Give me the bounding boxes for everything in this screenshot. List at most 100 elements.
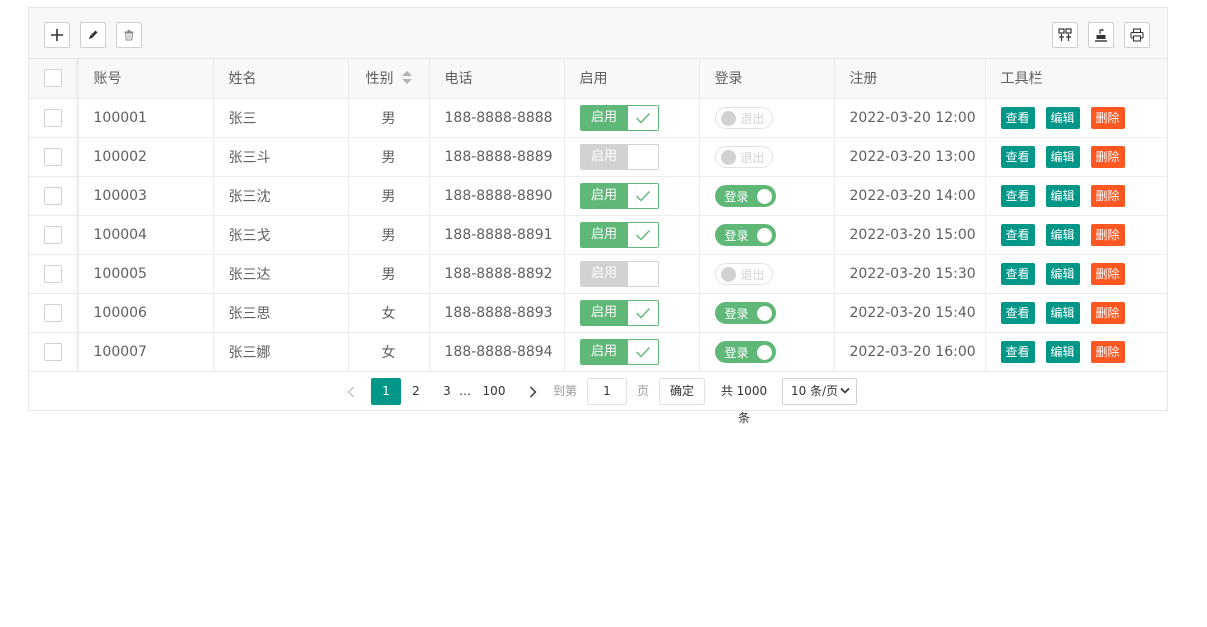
delete-button[interactable] xyxy=(116,22,142,48)
cell-phone: 188-8888-8890 xyxy=(429,176,565,216)
total-count: 共 1000 条 xyxy=(720,384,768,425)
cell-name: 张三思 xyxy=(213,293,349,333)
row-select-cell[interactable] xyxy=(29,176,79,216)
enabled-checkbox[interactable]: 启用 xyxy=(579,182,659,209)
row-delete-button[interactable]: 删除 xyxy=(1090,301,1125,324)
enabled-checkbox-box xyxy=(627,183,658,208)
view-button[interactable]: 查看 xyxy=(1000,340,1035,363)
enabled-label: 启用 xyxy=(580,144,628,169)
row-delete-button[interactable]: 删除 xyxy=(1090,145,1125,168)
enabled-checkbox[interactable]: 启用 xyxy=(579,299,659,326)
row-checkbox[interactable] xyxy=(44,342,63,361)
view-button[interactable]: 查看 xyxy=(1000,301,1035,324)
login-switch[interactable]: 登录 xyxy=(714,340,776,363)
table-row: 100005 张三达男 188-8888-8892 启用 退出 2022-03-20 15… xyxy=(29,254,1167,294)
enabled-checkbox[interactable]: 启用 xyxy=(579,338,659,365)
filter-columns-button[interactable] xyxy=(1052,22,1078,48)
page-size-select[interactable]: 10 条/页 xyxy=(782,378,857,405)
print-button[interactable] xyxy=(1124,22,1150,48)
prev-page-button[interactable] xyxy=(341,378,361,405)
table-row: 100002 张三斗男 188-8888-8889 启用 退出 2022-03-20 13… xyxy=(29,137,1167,177)
columns-icon xyxy=(1058,28,1072,41)
row-delete-button[interactable]: 删除 xyxy=(1090,223,1125,246)
switch-knob xyxy=(756,344,772,360)
enabled-checkbox[interactable]: 启用 xyxy=(579,260,659,287)
view-button[interactable]: 查看 xyxy=(1000,106,1035,129)
row-edit-button[interactable]: 编辑 xyxy=(1045,145,1080,168)
page-last[interactable]: 100 xyxy=(479,378,509,405)
row-delete-button[interactable]: 删除 xyxy=(1090,340,1125,363)
header-sex[interactable]: 性别 xyxy=(348,59,430,99)
enabled-checkbox-box xyxy=(627,300,658,325)
sort-icon[interactable] xyxy=(401,71,412,85)
view-button[interactable]: 查看 xyxy=(1000,223,1035,246)
next-page-button[interactable] xyxy=(523,378,543,405)
add-button[interactable] xyxy=(44,22,70,48)
select-all-checkbox[interactable] xyxy=(44,69,63,88)
login-switch-label: 退出 xyxy=(740,150,765,165)
cell-name: 张三达 xyxy=(213,254,349,294)
login-switch[interactable]: 退出 xyxy=(714,106,773,129)
cell-account: 100006 xyxy=(78,293,214,333)
view-button[interactable]: 查看 xyxy=(1000,262,1035,285)
plus-icon xyxy=(51,29,63,41)
row-checkbox[interactable] xyxy=(44,147,63,166)
row-checkbox[interactable] xyxy=(44,108,63,127)
export-icon xyxy=(1095,28,1107,42)
enabled-checkbox-box xyxy=(627,144,658,169)
row-select-cell[interactable] xyxy=(29,137,79,177)
page-3[interactable]: 3 xyxy=(437,378,457,405)
row-select-cell[interactable] xyxy=(29,293,79,333)
row-delete-button[interactable]: 删除 xyxy=(1090,106,1125,129)
login-switch-label: 登录 xyxy=(724,345,749,360)
cell-tools: 查看 编辑 删除 xyxy=(985,137,1167,177)
login-switch[interactable]: 退出 xyxy=(714,262,773,285)
check-icon xyxy=(635,229,650,241)
cell-register: 2022-03-20 15:30 xyxy=(834,254,986,294)
row-edit-button[interactable]: 编辑 xyxy=(1045,301,1080,324)
page-2[interactable]: 2 xyxy=(406,378,426,405)
cell-register: 2022-03-20 12:00 xyxy=(834,98,986,138)
row-edit-button[interactable]: 编辑 xyxy=(1045,340,1080,363)
enabled-checkbox[interactable]: 启用 xyxy=(579,221,659,248)
enabled-checkbox[interactable]: 启用 xyxy=(579,104,659,131)
row-checkbox[interactable] xyxy=(44,303,63,322)
switch-knob xyxy=(756,188,772,204)
row-edit-button[interactable]: 编辑 xyxy=(1045,106,1080,129)
login-switch[interactable]: 登录 xyxy=(714,184,776,207)
header-select-all[interactable] xyxy=(29,59,79,99)
header-login: 登录 xyxy=(699,59,835,99)
table-row: 100007 张三娜女 188-8888-8894 启用 登录 2022-03-20 16… xyxy=(29,332,1167,372)
view-button[interactable]: 查看 xyxy=(1000,145,1035,168)
row-edit-button[interactable]: 编辑 xyxy=(1045,223,1080,246)
login-switch[interactable]: 退出 xyxy=(714,145,773,168)
table-row: 100003 张三沈男 188-8888-8890 启用 登录 2022-03-20 14… xyxy=(29,176,1167,216)
row-delete-button[interactable]: 删除 xyxy=(1090,262,1125,285)
view-button[interactable]: 查看 xyxy=(1000,184,1035,207)
cell-register: 2022-03-20 16:00 xyxy=(834,332,986,372)
goto-page-input[interactable]: 1 xyxy=(587,378,627,405)
cell-tools: 查看 编辑 删除 xyxy=(985,332,1167,372)
edit-button[interactable] xyxy=(80,22,106,48)
row-checkbox[interactable] xyxy=(44,225,63,244)
row-select-cell[interactable] xyxy=(29,98,79,138)
cell-register: 2022-03-20 15:40 xyxy=(834,293,986,333)
row-select-cell[interactable] xyxy=(29,332,79,372)
table-row: 100006 张三思女 188-8888-8893 启用 登录 2022-03-20 15… xyxy=(29,293,1167,333)
row-edit-button[interactable]: 编辑 xyxy=(1045,262,1080,285)
row-checkbox[interactable] xyxy=(44,186,63,205)
trash-icon xyxy=(124,30,134,41)
row-delete-button[interactable]: 删除 xyxy=(1090,184,1125,207)
login-switch-label: 登录 xyxy=(724,228,749,243)
page-current[interactable]: 1 xyxy=(371,378,401,405)
export-button[interactable] xyxy=(1088,22,1114,48)
row-edit-button[interactable]: 编辑 xyxy=(1045,184,1080,207)
enabled-label: 启用 xyxy=(580,261,628,286)
goto-confirm-button[interactable]: 确定 xyxy=(659,378,705,405)
row-select-cell[interactable] xyxy=(29,215,79,255)
enabled-checkbox[interactable]: 启用 xyxy=(579,143,659,170)
login-switch[interactable]: 登录 xyxy=(714,301,776,324)
row-checkbox[interactable] xyxy=(44,264,63,283)
login-switch[interactable]: 登录 xyxy=(714,223,776,246)
row-select-cell[interactable] xyxy=(29,254,79,294)
